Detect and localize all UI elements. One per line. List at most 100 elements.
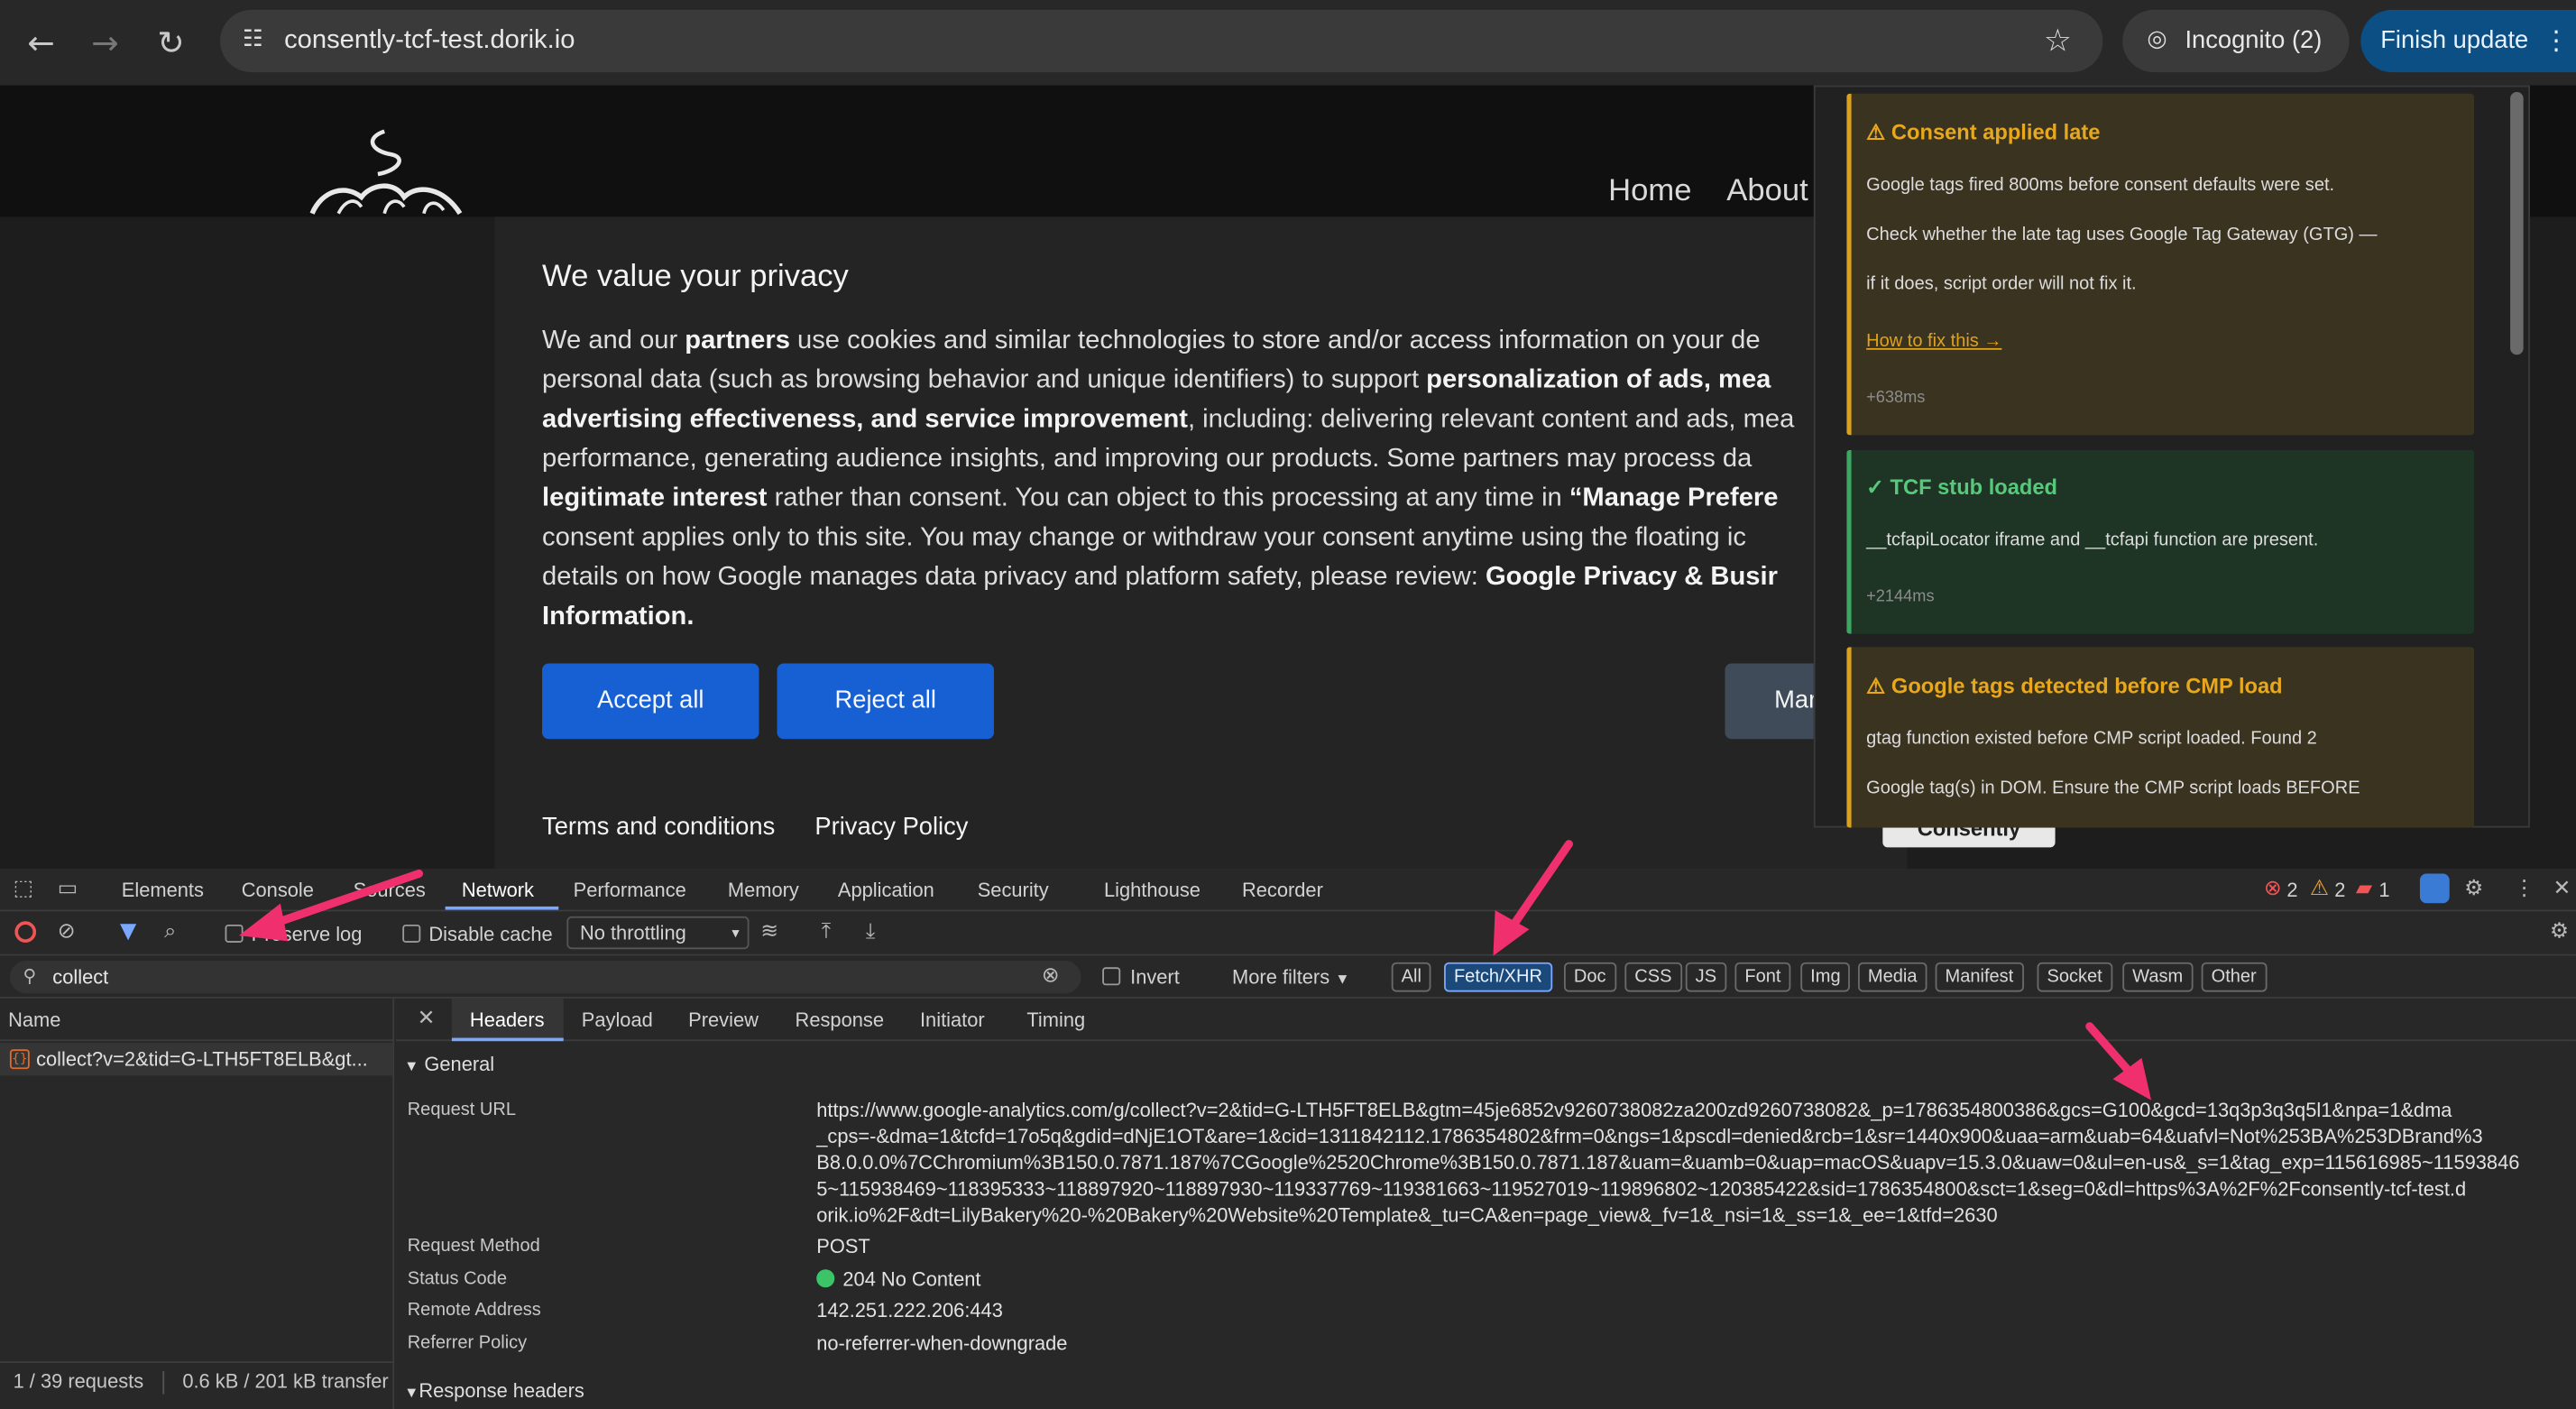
panel-scrollbar[interactable] (2510, 91, 2524, 355)
warning-count-icon[interactable]: ⚠ (2310, 875, 2329, 905)
caret-down-icon: ▼ (404, 1384, 419, 1401)
more-filters-label: More filters (1232, 965, 1330, 989)
record-stop-icon[interactable] (14, 921, 37, 943)
card-title: ⚠ Consent applied late (1866, 119, 2101, 145)
card-text: gtag function existed before CMP script … (1866, 729, 2317, 750)
device-toolbar-icon[interactable]: ▭ (58, 875, 78, 905)
card-text: Google tags fired 800ms before consent d… (1866, 175, 2335, 196)
filter-chip-doc[interactable]: Doc (1563, 962, 1616, 992)
tab-console[interactable]: Console (242, 875, 314, 905)
tab-recorder[interactable]: Recorder (1242, 875, 1323, 905)
more-filters-dropdown[interactable]: More filters ▼ (1232, 964, 1349, 992)
site-info-icon[interactable]: ☷ (236, 23, 269, 55)
tab-payload[interactable]: Payload (582, 1005, 653, 1035)
forward-arrow-icon[interactable]: → (82, 20, 128, 66)
filter-chip-socket[interactable]: Socket (2037, 962, 2112, 992)
import-har-icon[interactable]: ⤒ (822, 918, 831, 948)
clear-log-icon[interactable]: ⊘ (58, 918, 76, 948)
close-devtools-icon[interactable]: ✕ (2553, 875, 2571, 905)
consent-body-text: We and our partners use cookies and simi… (542, 322, 1840, 638)
tab-elements[interactable]: Elements (122, 875, 204, 905)
tab-headers[interactable]: Headers (470, 1005, 545, 1035)
incognito-icon: ◎ (2147, 26, 2167, 53)
consent-bold-text: Information. (542, 603, 695, 631)
close-detail-icon[interactable]: ✕ (418, 1005, 436, 1035)
url-text[interactable]: consently-tcf-test.dorik.io (284, 23, 575, 59)
nav-link-home[interactable]: Home (1608, 172, 1691, 212)
how-to-fix-link[interactable]: How to fix this → (1866, 330, 2001, 355)
nav-link-about[interactable]: About (1726, 172, 1808, 212)
name-column-header[interactable]: Name (0, 999, 395, 1042)
consent-text-line: details on how Google manages data priva… (542, 558, 1840, 598)
tab-sources[interactable]: Sources (354, 875, 426, 905)
search-icon[interactable]: ⌕ (164, 918, 176, 948)
request-count: 1 / 39 requests (13, 1369, 144, 1393)
disable-cache-checkbox[interactable] (402, 924, 421, 943)
ai-assistance-icon[interactable] (2419, 873, 2450, 904)
error-count-icon[interactable]: ⊗ (2264, 875, 2282, 905)
request-row[interactable]: collect?v=2&tid=G-LTH5FT8ELB&gt... (0, 1043, 393, 1076)
remote-address-label: Remote Address (407, 1300, 541, 1321)
invert-checkbox[interactable] (1102, 967, 1121, 986)
privacy-policy-link[interactable]: Privacy Policy (814, 811, 968, 843)
manage-preferences-button[interactable]: Mar (1725, 663, 1824, 740)
network-settings-icon[interactable]: ⚙ (2550, 918, 2569, 948)
filter-chip-fetchxhr[interactable]: Fetch/XHR (1444, 962, 1552, 992)
filter-chip-other[interactable]: Other (2201, 962, 2267, 992)
filter-chip-css[interactable]: CSS (1624, 962, 1682, 992)
terms-link[interactable]: Terms and conditions (542, 811, 775, 843)
network-conditions-icon[interactable]: ≋ (760, 918, 778, 948)
filter-chip-img[interactable]: Img (1800, 962, 1851, 992)
tab-performance[interactable]: Performance (574, 875, 686, 905)
devtools-menu-icon[interactable]: ⋮ (2514, 875, 2535, 905)
tab-preview[interactable]: Preview (688, 1005, 759, 1035)
back-arrow-icon[interactable]: ← (18, 20, 64, 66)
bookmark-star-icon[interactable]: ☆ (2044, 20, 2072, 62)
issues-count-icon[interactable]: ▰ (2356, 875, 2372, 905)
tab-security[interactable]: Security (978, 875, 1049, 905)
filter-icon: ⚲ (23, 965, 37, 988)
tab-memory[interactable]: Memory (728, 875, 799, 905)
consent-text: use cookies and similar technologies to … (789, 327, 1761, 355)
error-count[interactable]: 2 (2286, 875, 2297, 905)
filter-chip-media[interactable]: Media (1858, 962, 1927, 992)
export-har-icon[interactable]: ⤓ (866, 918, 875, 948)
filter-chip-all[interactable]: All (1391, 962, 1431, 992)
issues-count[interactable]: 1 (2378, 875, 2389, 905)
inspect-element-icon[interactable]: ⬚ (14, 875, 33, 905)
tab-application[interactable]: Application (838, 875, 934, 905)
status-code-label: Status Code (407, 1269, 507, 1290)
manage-preferences-text[interactable]: “Manage Prefere (1569, 484, 1779, 512)
consent-text-line: consent applies only to this site. You m… (542, 519, 1840, 558)
preserve-log-checkbox[interactable] (225, 924, 244, 943)
card-text: if it does, script order will not fix it… (1866, 274, 2137, 294)
card-title: ✓ TCF stub loaded (1866, 474, 2058, 500)
filter-funnel-icon[interactable]: ▼ (120, 918, 136, 948)
settings-gear-icon[interactable]: ⚙ (2464, 875, 2483, 905)
tab-lighthouse[interactable]: Lighthouse (1104, 875, 1201, 905)
tab-initiator[interactable]: Initiator (920, 1005, 985, 1035)
tab-timing[interactable]: Timing (1026, 1005, 1085, 1035)
bakery-logo-icon (309, 129, 463, 216)
throttling-select[interactable]: No throttling ▾ (566, 916, 750, 950)
clear-filter-icon[interactable]: ⊗ (1042, 962, 1060, 992)
filter-chip-js[interactable]: JS (1685, 962, 1727, 992)
tab-network[interactable]: Network (462, 875, 534, 905)
caret-down-icon: ▼ (404, 1057, 419, 1074)
warning-count[interactable]: 2 (2334, 875, 2345, 905)
card-title: ⚠ Google tags detected before CMP load (1866, 673, 2283, 698)
accept-all-button[interactable]: Accept all (542, 663, 759, 740)
filter-chip-wasm[interactable]: Wasm (2122, 962, 2194, 992)
general-section-toggle[interactable]: ▼ General (404, 1051, 494, 1079)
filter-chip-font[interactable]: Font (1734, 962, 1791, 992)
tab-response[interactable]: Response (796, 1005, 884, 1035)
reload-icon[interactable]: ↻ (148, 20, 194, 66)
disable-cache-label: Disable cache (428, 923, 553, 946)
kebab-menu-icon[interactable]: ⋮ (2544, 22, 2570, 61)
response-headers-toggle[interactable]: ▼Response headers (404, 1377, 584, 1405)
general-section-label: General (424, 1052, 495, 1076)
request-method-value: POST (816, 1235, 870, 1258)
filter-chip-manifest[interactable]: Manifest (1935, 962, 2024, 992)
reject-all-button[interactable]: Reject all (777, 663, 994, 740)
filter-input[interactable]: collect (9, 960, 1081, 994)
